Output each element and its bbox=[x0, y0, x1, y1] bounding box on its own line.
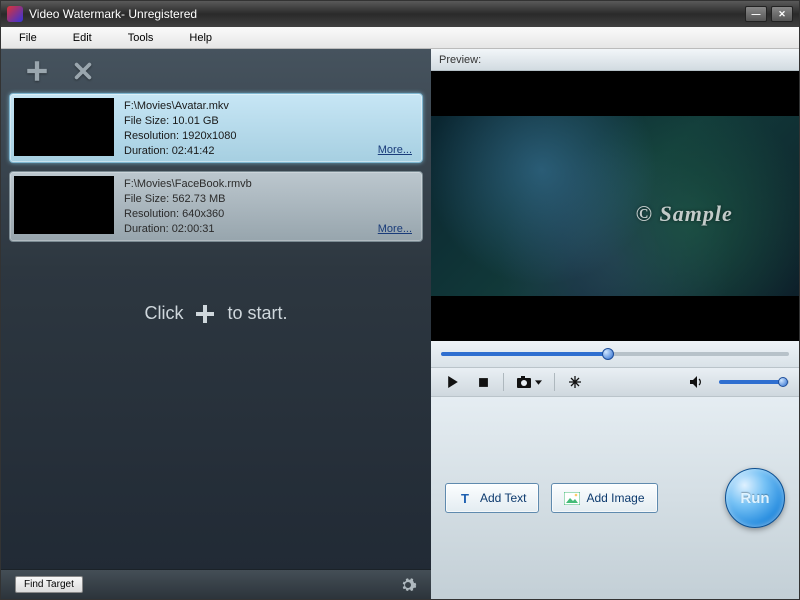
action-row: T Add Text Add Image Run bbox=[431, 397, 799, 599]
file-thumbnail bbox=[14, 176, 114, 234]
left-pane: F:\Movies\Avatar.mkv File Size: 10.01 GB… bbox=[1, 49, 431, 599]
hint-post: to start. bbox=[227, 303, 287, 324]
file-more-link[interactable]: More... bbox=[378, 223, 412, 235]
file-path: F:\Movies\Avatar.mkv bbox=[124, 99, 237, 114]
file-item[interactable]: F:\Movies\Avatar.mkv File Size: 10.01 GB… bbox=[9, 93, 423, 163]
plus-icon bbox=[193, 302, 217, 326]
remove-file-button[interactable] bbox=[69, 57, 97, 85]
stop-button[interactable] bbox=[471, 372, 495, 392]
play-icon bbox=[447, 376, 459, 388]
stop-icon bbox=[478, 377, 489, 388]
effects-button[interactable] bbox=[563, 372, 587, 392]
preview-area: © Sample bbox=[431, 71, 799, 341]
find-target-button[interactable]: Find Target bbox=[15, 576, 83, 593]
plus-icon bbox=[24, 58, 50, 84]
menubar: File Edit Tools Help bbox=[1, 27, 799, 49]
seek-track[interactable] bbox=[441, 352, 789, 356]
add-image-button[interactable]: Add Image bbox=[551, 483, 657, 513]
text-icon: T bbox=[458, 490, 474, 506]
titlebar: Video Watermark- Unregistered — ✕ bbox=[1, 1, 799, 27]
minimize-button[interactable]: — bbox=[745, 6, 767, 22]
preview-frame bbox=[431, 116, 799, 296]
window-controls: — ✕ bbox=[745, 6, 793, 22]
file-meta: F:\Movies\FaceBook.rmvb File Size: 562.7… bbox=[124, 176, 252, 236]
left-footer: Find Target bbox=[1, 569, 431, 599]
window-title: Video Watermark- Unregistered bbox=[29, 7, 745, 21]
volume-slider[interactable] bbox=[719, 380, 789, 384]
svg-text:T: T bbox=[461, 491, 469, 505]
volume-button[interactable] bbox=[685, 372, 709, 392]
file-size: File Size: 10.01 GB bbox=[124, 114, 237, 129]
watermark-overlay: © Sample bbox=[636, 201, 733, 227]
file-size: File Size: 562.73 MB bbox=[124, 192, 252, 207]
app-window: Video Watermark- Unregistered — ✕ File E… bbox=[0, 0, 800, 600]
sparkle-icon bbox=[568, 375, 582, 389]
app-icon bbox=[7, 6, 23, 22]
file-item[interactable]: F:\Movies\FaceBook.rmvb File Size: 562.7… bbox=[9, 171, 423, 241]
gear-icon bbox=[399, 576, 417, 594]
camera-icon bbox=[517, 376, 533, 388]
preview-label: Preview: bbox=[431, 49, 799, 71]
file-resolution: Resolution: 1920x1080 bbox=[124, 129, 237, 144]
right-pane: Preview: © Sample bbox=[431, 49, 799, 599]
menu-file[interactable]: File bbox=[1, 32, 55, 44]
chevron-down-icon bbox=[535, 380, 542, 385]
file-list: F:\Movies\Avatar.mkv File Size: 10.01 GB… bbox=[1, 93, 431, 242]
add-text-button[interactable]: T Add Text bbox=[445, 483, 539, 513]
run-label: Run bbox=[740, 490, 769, 507]
file-duration: Duration: 02:41:42 bbox=[124, 144, 237, 159]
menu-edit[interactable]: Edit bbox=[55, 32, 110, 44]
file-resolution: Resolution: 640x360 bbox=[124, 207, 252, 222]
separator bbox=[554, 373, 555, 391]
volume-thumb[interactable] bbox=[778, 377, 788, 387]
remove-icon bbox=[72, 60, 94, 82]
menu-help[interactable]: Help bbox=[171, 32, 230, 44]
file-thumbnail bbox=[14, 98, 114, 156]
hint-text: Click to start. bbox=[144, 302, 287, 326]
separator bbox=[503, 373, 504, 391]
seek-bar[interactable] bbox=[431, 341, 799, 367]
settings-button[interactable] bbox=[399, 576, 417, 594]
hint-area: Click to start. bbox=[1, 242, 431, 569]
snapshot-button[interactable] bbox=[512, 372, 546, 392]
speaker-icon bbox=[690, 376, 704, 388]
menu-tools[interactable]: Tools bbox=[110, 32, 172, 44]
file-path: F:\Movies\FaceBook.rmvb bbox=[124, 177, 252, 192]
add-text-label: Add Text bbox=[480, 491, 526, 505]
close-button[interactable]: ✕ bbox=[771, 6, 793, 22]
add-image-label: Add Image bbox=[586, 491, 644, 505]
image-icon bbox=[564, 490, 580, 506]
left-toolbar bbox=[1, 49, 431, 93]
play-button[interactable] bbox=[441, 372, 465, 392]
file-more-link[interactable]: More... bbox=[378, 144, 412, 156]
seek-thumb[interactable] bbox=[602, 348, 614, 360]
run-button[interactable]: Run bbox=[725, 468, 785, 528]
file-meta: F:\Movies\Avatar.mkv File Size: 10.01 GB… bbox=[124, 98, 237, 158]
workspace: F:\Movies\Avatar.mkv File Size: 10.01 GB… bbox=[1, 49, 799, 599]
file-duration: Duration: 02:00:31 bbox=[124, 222, 252, 237]
add-file-button[interactable] bbox=[23, 57, 51, 85]
player-controls bbox=[431, 367, 799, 397]
hint-pre: Click bbox=[144, 303, 183, 324]
